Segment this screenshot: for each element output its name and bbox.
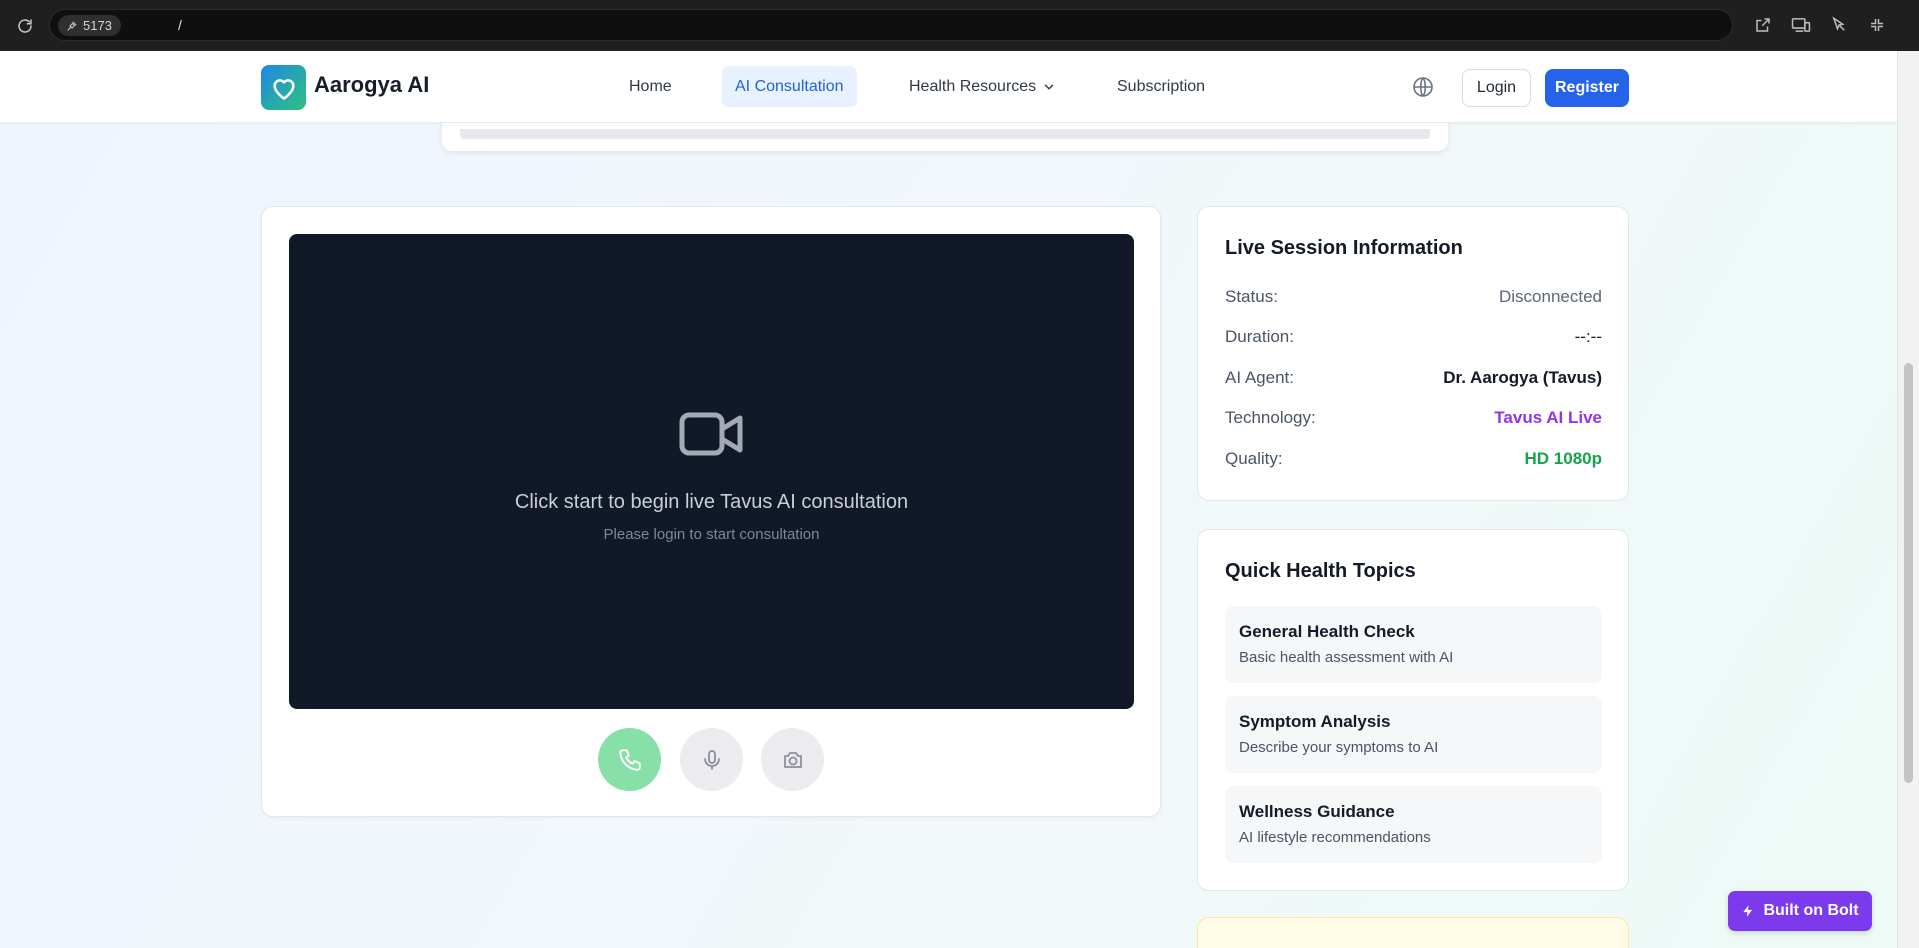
plug-icon	[67, 21, 77, 30]
register-button[interactable]: Register	[1545, 69, 1629, 107]
minimize-icon[interactable]	[1865, 13, 1889, 37]
main-navigation: Aarogya AI Home AI Consultation Health R…	[0, 51, 1897, 123]
globe-language-icon[interactable]	[1411, 75, 1435, 99]
quick-health-topics-card: Quick Health Topics General Health Check…	[1197, 529, 1629, 891]
session-value-quality: HD 1080p	[1524, 449, 1602, 468]
inspect-cursor-icon[interactable]	[1827, 13, 1851, 37]
session-label: Quality:	[1225, 449, 1283, 468]
session-row-status: Status: Disconnected	[1225, 287, 1602, 307]
page-viewport: Aarogya AI Home AI Consultation Health R…	[0, 51, 1897, 948]
bolt-badge-label: Built on Bolt	[1763, 902, 1859, 919]
nav-subscription[interactable]: Subscription	[1104, 66, 1218, 107]
nav-subscription-label: Subscription	[1117, 77, 1206, 95]
microphone-button[interactable]	[680, 728, 743, 791]
nav-home[interactable]: Home	[616, 66, 685, 107]
video-main-text: Click start to begin live Tavus AI consu…	[514, 491, 909, 513]
live-session-title: Live Session Information	[1225, 237, 1463, 259]
devices-icon[interactable]	[1789, 13, 1813, 37]
nav-health-resources-label: Health Resources	[909, 77, 1037, 95]
topic-desc: AI lifestyle recommendations	[1239, 829, 1431, 846]
session-value-status: Disconnected	[1498, 287, 1602, 306]
page-scrollbar[interactable]	[1897, 51, 1919, 948]
notice-card	[1197, 917, 1629, 948]
nav-ai-consultation-label: AI Consultation	[735, 77, 844, 95]
url-path[interactable]: /	[178, 17, 182, 33]
nav-health-resources[interactable]: Health Resources	[896, 66, 1069, 107]
brand-name[interactable]: Aarogya AI	[314, 72, 429, 98]
port-chip[interactable]: 5173	[58, 15, 121, 36]
scrollbar-thumb[interactable]	[1904, 363, 1913, 783]
chevron-down-icon	[1044, 84, 1054, 90]
topic-wellness-guidance[interactable]: Wellness Guidance AI lifestyle recommend…	[1225, 786, 1602, 863]
topics-title: Quick Health Topics	[1225, 560, 1416, 582]
start-call-button[interactable]	[598, 728, 661, 791]
session-row-technology: Technology: Tavus AI Live	[1225, 408, 1602, 428]
video-screen: Click start to begin live Tavus AI consu…	[289, 234, 1134, 709]
phone-icon	[618, 748, 641, 771]
topic-desc: Describe your symptoms to AI	[1239, 739, 1439, 756]
topic-desc: Basic health assessment with AI	[1239, 649, 1454, 666]
session-value-duration: --:--	[1574, 327, 1602, 346]
topic-general-health-check[interactable]: General Health Check Basic health assess…	[1225, 606, 1602, 683]
session-value-agent: Dr. Aarogya (Tavus)	[1443, 368, 1602, 387]
camera-button[interactable]	[761, 728, 824, 791]
open-external-icon[interactable]	[1751, 13, 1775, 37]
browser-toolbar: 5173 /	[0, 0, 1919, 51]
video-sub-text: Please login to start consultation	[603, 526, 820, 543]
lightning-icon	[1743, 905, 1753, 917]
session-row-agent: AI Agent: Dr. Aarogya (Tavus)	[1225, 368, 1602, 388]
session-label: Status:	[1225, 287, 1278, 306]
heart-logo-icon[interactable]	[261, 65, 306, 110]
live-session-card: Live Session Information Status: Disconn…	[1197, 206, 1629, 501]
login-button[interactable]: Login	[1462, 69, 1531, 107]
nav-home-label: Home	[629, 77, 672, 95]
topic-symptom-analysis[interactable]: Symptom Analysis Describe your symptoms …	[1225, 696, 1602, 773]
nav-ai-consultation[interactable]: AI Consultation	[722, 66, 857, 107]
video-consultation-card: Click start to begin live Tavus AI consu…	[261, 206, 1161, 817]
session-label: AI Agent:	[1225, 368, 1294, 387]
topic-title: Symptom Analysis	[1239, 712, 1391, 731]
session-value-technology: Tavus AI Live	[1494, 408, 1602, 427]
port-text: 5173	[83, 18, 112, 33]
reload-icon[interactable]	[12, 13, 38, 39]
microphone-icon	[703, 749, 720, 770]
session-label: Technology:	[1225, 408, 1316, 427]
top-card-strip	[460, 129, 1430, 139]
session-label: Duration:	[1225, 327, 1294, 346]
session-row-quality: Quality: HD 1080p	[1225, 449, 1602, 469]
session-row-duration: Duration: --:--	[1225, 327, 1602, 347]
address-bar[interactable]: 5173 /	[49, 9, 1733, 41]
topic-title: General Health Check	[1239, 622, 1415, 641]
camera-icon	[783, 751, 802, 768]
built-on-bolt-badge[interactable]: Built on Bolt	[1728, 891, 1872, 931]
topic-title: Wellness Guidance	[1239, 802, 1395, 821]
video-camera-icon	[678, 409, 746, 459]
